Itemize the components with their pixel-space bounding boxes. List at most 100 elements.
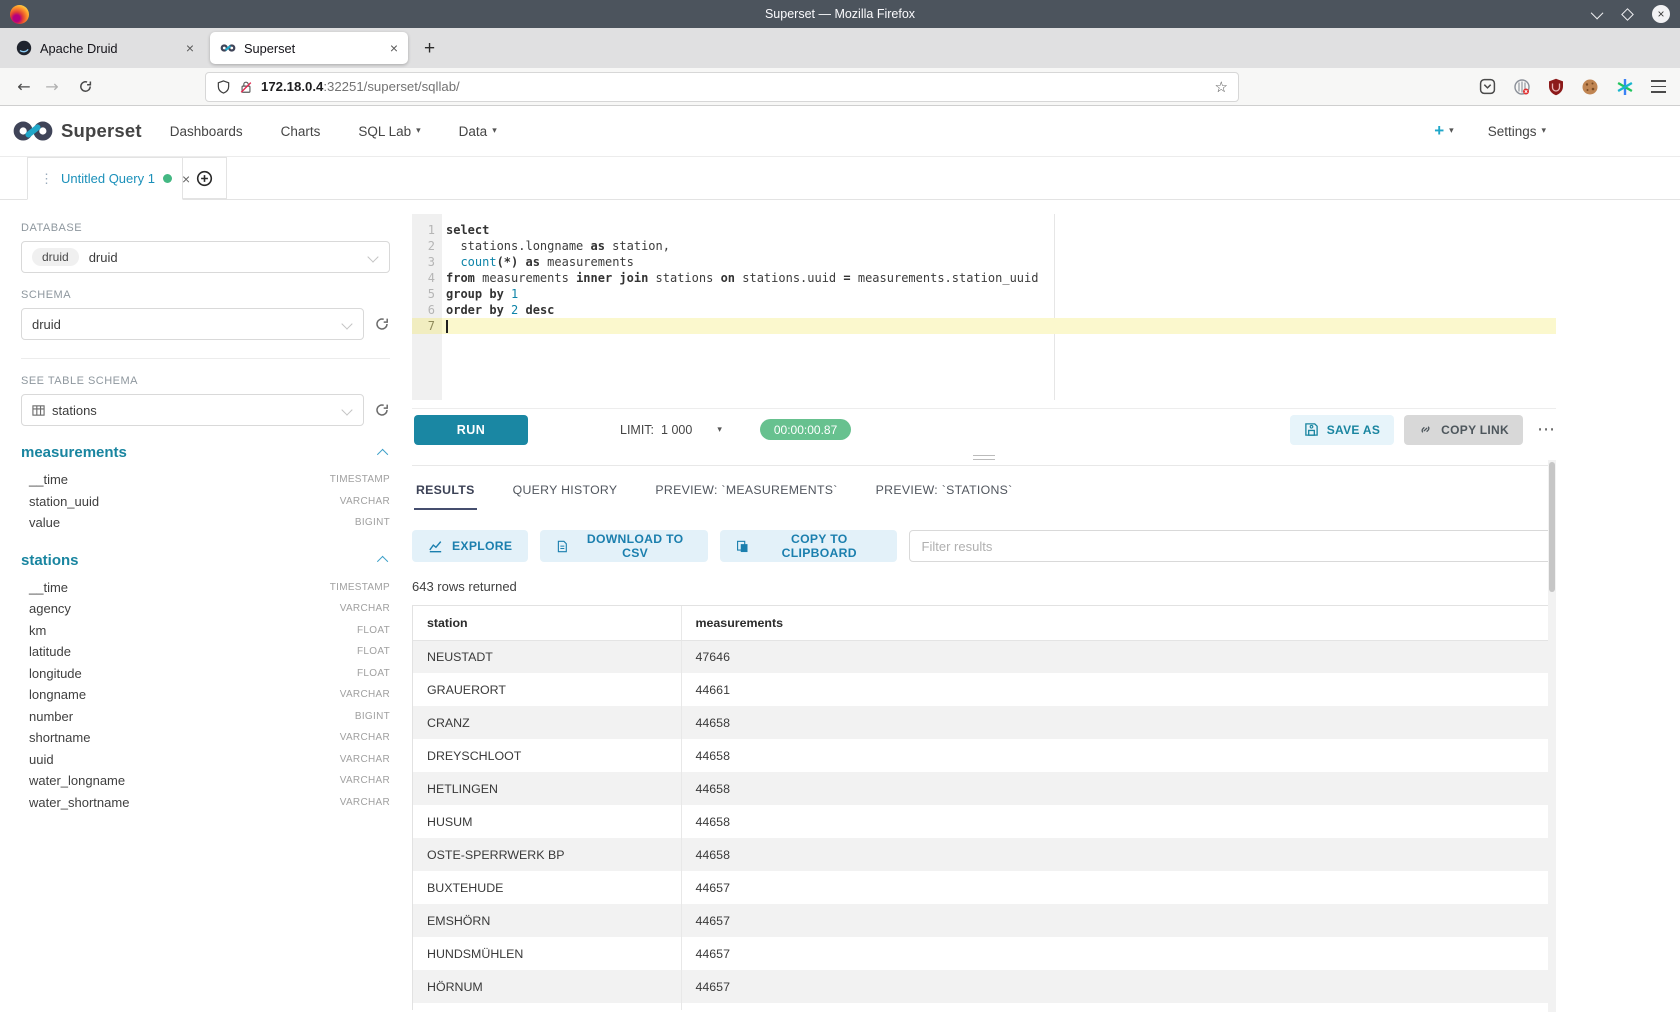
code-line-5[interactable]: group by 1 <box>442 286 1556 302</box>
query-tab[interactable]: ⋮ Untitled Query 1 × <box>27 157 183 200</box>
copy-link-button[interactable]: COPY LINK <box>1404 415 1523 445</box>
shield-icon[interactable] <box>216 79 231 95</box>
code-line-6[interactable]: order by 2 desc <box>442 302 1556 318</box>
drag-handle-icon[interactable]: ⋮ <box>40 171 53 187</box>
column-name: value <box>29 515 60 530</box>
insecure-lock-icon[interactable] <box>239 79 253 95</box>
editor-gutter: 1234567 <box>412 214 442 400</box>
copy-to-clipboard-button[interactable]: COPY TO CLIPBOARD <box>720 530 896 562</box>
station-cell: HETLINGEN <box>413 772 681 805</box>
collapse-icon[interactable] <box>377 556 388 567</box>
sparkle-extension-icon[interactable] <box>1616 78 1634 96</box>
column-row: km FLOAT <box>21 620 390 642</box>
sql-editor[interactable]: 1234567 select stations.longname as stat… <box>412 214 1556 400</box>
column-row: __time TIMESTAMP <box>21 577 390 599</box>
nav-item-dashboards[interactable]: Dashboards <box>170 124 243 139</box>
table-name[interactable]: stations <box>21 552 79 569</box>
add-query-tab-button[interactable] <box>183 157 227 199</box>
account-extension-icon[interactable] <box>1513 78 1531 96</box>
table-row[interactable]: HETLINGEN 44658 <box>413 772 1555 805</box>
tab-close-icon[interactable]: × <box>390 40 398 56</box>
measurements-cell: 44657 <box>681 970 1555 1003</box>
table-row[interactable]: DREYSCHLOOT 44658 <box>413 739 1555 772</box>
ublock-icon[interactable] <box>1548 78 1564 96</box>
table-section-measurements[interactable]: measurements <box>21 444 390 461</box>
limit-value[interactable]: 1 000 <box>661 423 692 437</box>
nav-item-charts[interactable]: Charts <box>281 124 321 139</box>
pocket-icon[interactable] <box>1479 78 1496 95</box>
tab-results[interactable]: RESULTS <box>414 466 477 510</box>
download-csv-button[interactable]: DOWNLOAD TO CSV <box>540 530 708 562</box>
browser-tab-druid[interactable]: Apache Druid × <box>6 32 204 64</box>
table-section-stations[interactable]: stations <box>21 552 390 569</box>
schema-select[interactable]: druid <box>21 308 364 340</box>
forward-icon[interactable]: → <box>38 77 66 96</box>
elapsed-time-badge: 00:00:00.87 <box>760 419 851 440</box>
filter-results-input[interactable] <box>909 530 1556 562</box>
station-cell: DREYSCHLOOT <box>413 739 681 772</box>
table-row[interactable]: OSTE-SPERRWERK BP 44658 <box>413 838 1555 871</box>
superset-brand[interactable]: Superset <box>12 119 142 143</box>
menu-icon[interactable] <box>1651 80 1666 92</box>
column-header-measurements[interactable]: measurements <box>681 606 1555 640</box>
reload-icon[interactable] <box>78 79 93 94</box>
tab-preview-stations[interactable]: PREVIEW: `STATIONS` <box>874 466 1015 510</box>
druid-favicon <box>16 40 32 56</box>
save-as-button[interactable]: SAVE AS <box>1290 415 1394 445</box>
collapse-icon[interactable] <box>377 448 388 459</box>
bookmark-star-icon[interactable]: ☆ <box>1215 78 1228 96</box>
nav-item-sql-lab[interactable]: SQL Lab▾ <box>358 124 420 139</box>
table-select[interactable]: stations <box>21 394 364 426</box>
window-minimize-icon[interactable] <box>1591 6 1604 19</box>
table-row[interactable]: NEUSTADT 47646 <box>413 640 1555 673</box>
database-select[interactable]: druid druid <box>21 241 390 273</box>
column-row: agency VARCHAR <box>21 598 390 620</box>
column-type: BIGINT <box>355 711 390 722</box>
url-bar[interactable]: 172.18.0.4:32251/superset/sqllab/ ☆ <box>205 72 1239 102</box>
explore-button[interactable]: EXPLORE <box>412 530 528 562</box>
refresh-table-icon[interactable] <box>374 402 390 418</box>
new-tab-button[interactable]: + <box>414 39 445 58</box>
rows-returned-text: 643 rows returned <box>412 579 1556 594</box>
editor-code[interactable]: select stations.longname as station, cou… <box>442 214 1556 400</box>
table-name[interactable]: measurements <box>21 444 127 461</box>
scrollbar-thumb[interactable] <box>1549 462 1555 592</box>
cookie-icon[interactable] <box>1581 78 1599 96</box>
circle-plus-icon <box>196 170 213 187</box>
add-new-button[interactable]: +▾ <box>1434 121 1453 141</box>
tab-preview-measurements[interactable]: PREVIEW: `MEASUREMENTS` <box>653 466 839 510</box>
window-maximize-icon[interactable] <box>1621 8 1634 21</box>
table-row[interactable]: EMSHÖRN 44657 <box>413 904 1555 937</box>
nav-item-data[interactable]: Data▾ <box>459 124 497 139</box>
table-row[interactable]: HÖRNUM 44657 <box>413 970 1555 1003</box>
table-row[interactable]: GRAUERORT 44661 <box>413 673 1555 706</box>
column-header-station[interactable]: station <box>413 606 681 640</box>
pane-splitter[interactable] <box>412 450 1556 466</box>
tab-close-icon[interactable]: × <box>186 40 194 56</box>
code-line-1[interactable]: select <box>442 222 1556 238</box>
run-button[interactable]: RUN <box>414 415 528 445</box>
code-line-3[interactable]: count(*) as measurements <box>442 254 1556 270</box>
file-icon <box>556 539 569 554</box>
table-row[interactable]: HUNDSMÜHLEN 44657 <box>413 937 1555 970</box>
tab-query-history[interactable]: QUERY HISTORY <box>511 466 620 510</box>
limit-dropdown-icon[interactable]: ▾ <box>717 425 722 435</box>
column-type: VARCHAR <box>340 496 390 507</box>
settings-menu[interactable]: Settings▾ <box>1488 124 1546 139</box>
code-line-4[interactable]: from measurements inner join stations on… <box>442 270 1556 286</box>
refresh-schema-icon[interactable] <box>374 316 390 332</box>
table-row[interactable]: BUXTEHUDE 44657 <box>413 871 1555 904</box>
code-line-7[interactable] <box>442 318 1556 334</box>
table-row[interactable]: HUSUM 44658 <box>413 805 1555 838</box>
browser-tab-superset[interactable]: Superset × <box>210 32 408 64</box>
table-row[interactable]: KRAUTSAND 44657 <box>413 1003 1555 1010</box>
window-close-button[interactable]: × <box>1652 5 1670 23</box>
more-options-icon[interactable]: ⋯ <box>1537 419 1556 440</box>
code-line-2[interactable]: stations.longname as station, <box>442 238 1556 254</box>
results-scrollbar[interactable] <box>1548 460 1556 1012</box>
measurements-cell: 44661 <box>681 673 1555 706</box>
drag-grip-icon[interactable] <box>973 455 995 462</box>
back-icon[interactable]: ← <box>10 77 38 96</box>
table-row[interactable]: CRANZ 44658 <box>413 706 1555 739</box>
measurements-cell: 44658 <box>681 772 1555 805</box>
